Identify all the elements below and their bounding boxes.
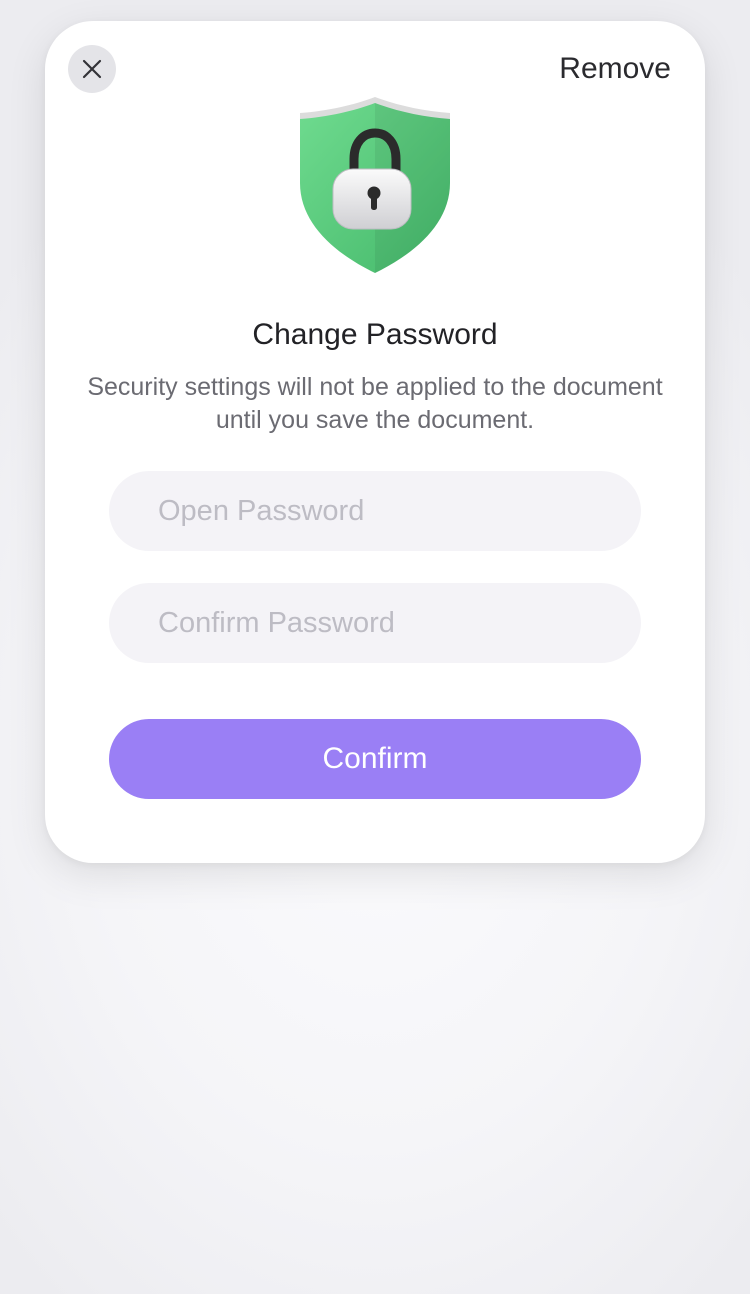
close-icon: [82, 59, 102, 79]
confirm-password-field[interactable]: [109, 583, 641, 663]
dialog-title: Change Password: [252, 318, 498, 351]
open-password-field[interactable]: [109, 471, 641, 551]
dialog-description: Security settings will not be applied to…: [87, 373, 663, 434]
confirm-button[interactable]: Confirm: [109, 719, 641, 799]
change-password-dialog: Remove Change Password Security settings…: [45, 21, 705, 863]
remove-button[interactable]: Remove: [559, 51, 671, 87]
close-button[interactable]: [68, 45, 116, 93]
shield-lock-icon: [300, 97, 450, 273]
